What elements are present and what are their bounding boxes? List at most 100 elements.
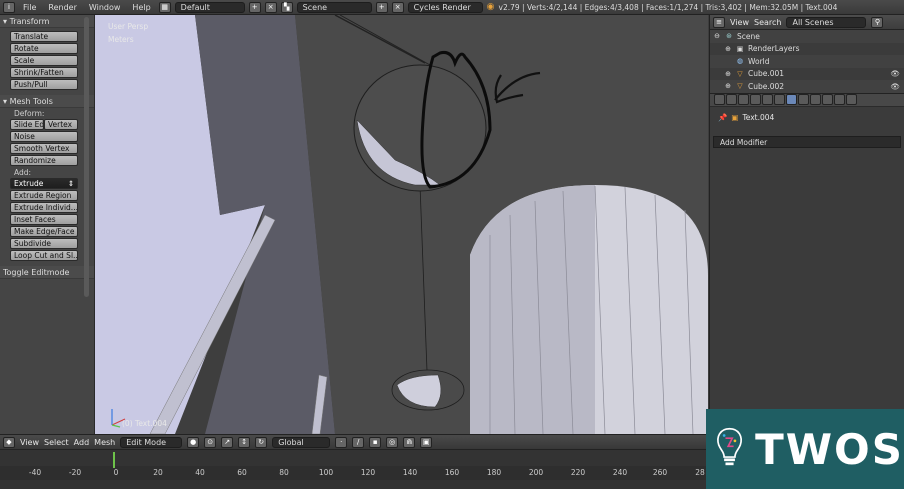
face-select-icon[interactable]: ▪ [369,436,382,448]
expand-icon[interactable]: ⊕ [724,70,732,78]
edge-select-icon[interactable]: / [352,436,365,448]
material-tab-icon[interactable] [810,94,821,105]
blender-window: i File Render Window Help ▦ Default + × … [0,0,904,489]
outliner-filter-selector[interactable]: All Scenes [786,16,867,28]
current-frame-indicator[interactable] [113,452,115,468]
translate-button[interactable]: Translate [10,31,78,42]
manipulator-icon[interactable]: ↗ [221,436,234,448]
world-tab-icon[interactable] [750,94,761,105]
extrude-region-button[interactable]: Extrude Region [10,190,78,201]
mesh-object-icon: ▽ [737,82,743,91]
tool-shelf: ▾ Transform Translate Rotate Scale Shrin… [0,15,95,434]
pivot-icon[interactable]: ⊙ [204,436,217,448]
viewport-view-menu[interactable]: View [20,438,39,447]
mesh-tools-panel-title: Mesh Tools [9,96,53,106]
timeline-tick: 160 [444,468,460,477]
object-tab-icon[interactable] [762,94,773,105]
rotate-button[interactable]: Rotate [10,43,78,54]
outliner-row-cube002[interactable]: ⊕ ▽ Cube.002 👁 [710,80,904,93]
scale-button[interactable]: Scale [10,55,78,66]
shrink-fatten-button[interactable]: Shrink/Fatten [10,67,78,78]
outliner-row-cube001[interactable]: ⊕ ▽ Cube.001 👁 [710,68,904,81]
menu-help[interactable]: Help [128,3,154,12]
collapse-icon[interactable]: ⊖ [713,32,721,40]
mode-selector[interactable]: Edit Mode [120,436,183,448]
outliner-row-renderlayers[interactable]: ⊕ ▣ RenderLayers [710,43,904,56]
visibility-eye-icon[interactable]: 👁 [890,69,900,78]
timeline-tick: 100 [318,468,334,477]
extrude-dropdown[interactable]: Extrude ⇕ [10,178,78,189]
push-pull-button[interactable]: Push/Pull [10,79,78,90]
lightbulb-icon [717,427,742,466]
physics-tab-icon[interactable] [846,94,857,105]
mesh-tools-panel-header[interactable]: ▾ Mesh Tools [0,95,94,108]
snap-icon[interactable]: ⋒ [403,436,416,448]
remove-layout-icon[interactable]: × [264,1,277,13]
outliner-row-scene[interactable]: ⊖ ⊛ Scene [710,30,904,43]
3d-viewport[interactable]: User Persp Meters (0) Text.004 [95,15,708,434]
add-modifier-dropdown[interactable]: Add Modifier [713,135,901,148]
vertex-select-icon[interactable]: · [335,436,348,448]
expand-icon[interactable]: ⊕ [724,45,732,53]
pin-icon[interactable]: 📌 [718,113,727,122]
add-layout-icon[interactable]: + [248,1,261,13]
render-tab-icon[interactable] [714,94,725,105]
viewport-editor-icon[interactable]: ◆ [3,436,15,448]
randomize-button[interactable]: Randomize [10,155,78,166]
viewport-add-menu[interactable]: Add [74,438,90,447]
outliner-search-menu[interactable]: Search [754,18,781,27]
rotate-manipulator-icon[interactable]: ↻ [255,436,268,448]
viewport-scene [95,15,708,434]
editor-type-icon[interactable]: i [3,1,15,13]
toggle-editmode-operator[interactable]: Toggle Editmode [0,266,94,279]
menu-window[interactable]: Window [85,3,125,12]
transform-panel-header[interactable]: ▾ Transform [0,15,94,28]
constraints-tab-icon[interactable] [774,94,785,105]
render-preview-icon[interactable]: ▣ [420,436,433,448]
timeline-tick: 240 [612,468,628,477]
layout-icon[interactable]: ▦ [158,1,171,13]
shading-icon[interactable]: ● [187,436,200,448]
translate-manipulator-icon[interactable]: ↕ [238,436,251,448]
data-tab-icon[interactable] [798,94,809,105]
subdivide-button[interactable]: Subdivide [10,238,78,249]
layout-selector[interactable]: Default [174,1,245,13]
modifiers-tab-icon[interactable] [786,94,797,105]
scene-selector[interactable]: Scene [296,1,372,13]
slide-vertex-button[interactable]: Vertex [44,119,78,130]
slide-edge-button[interactable]: Slide Ed [10,119,44,130]
scene-icon[interactable]: ▚ [280,1,293,13]
visibility-eye-icon[interactable]: 👁 [890,82,900,91]
smooth-vertex-button[interactable]: Smooth Vertex [10,143,78,154]
viewport-mesh-menu[interactable]: Mesh [94,438,115,447]
texture-tab-icon[interactable] [822,94,833,105]
timeline-tick: 20 [153,468,163,477]
proportional-edit-icon[interactable]: ◎ [386,436,399,448]
orientation-selector[interactable]: Global [272,436,331,448]
expand-icon[interactable]: ⊕ [724,82,732,90]
layers-tab-icon[interactable] [726,94,737,105]
loop-cut-button[interactable]: Loop Cut and Sl... [10,250,78,261]
menu-render[interactable]: Render [44,3,80,12]
particles-tab-icon[interactable] [834,94,845,105]
noise-button[interactable]: Noise [10,131,78,142]
viewport-header: ◆ View Select Add Mesh Edit Mode ● ⊙ ↗ ↕… [0,434,708,449]
make-edge-face-button[interactable]: Make Edge/Face [10,226,78,237]
extrude-individual-button[interactable]: Extrude Individ... [10,202,78,213]
tool-shelf-scrollbar[interactable] [84,17,89,297]
inset-faces-button[interactable]: Inset Faces [10,214,78,225]
outliner-row-label: Cube.001 [748,69,785,79]
timeline-ruler[interactable]: -40 -20 0 20 40 60 80 100 120 140 160 18… [0,466,708,480]
outliner-editor-icon[interactable]: ≡ [713,16,725,28]
scene-tab-icon[interactable] [738,94,749,105]
add-scene-icon[interactable]: + [375,1,388,13]
remove-scene-icon[interactable]: × [391,1,404,13]
outliner-tree: ⊖ ⊛ Scene ⊕ ▣ RenderLayers ◍ World ⊕ ▽ Cube.001… [710,30,904,93]
viewport-select-menu[interactable]: Select [44,438,69,447]
timeline[interactable]: -40 -20 0 20 40 60 80 100 120 140 160 18… [0,449,708,489]
outliner-search-icon[interactable]: ⚲ [871,16,884,28]
outliner-row-world[interactable]: ◍ World [710,55,904,68]
outliner-view-menu[interactable]: View [730,18,749,27]
menu-file[interactable]: File [19,3,40,12]
render-engine-selector[interactable]: Cycles Render [407,1,483,13]
